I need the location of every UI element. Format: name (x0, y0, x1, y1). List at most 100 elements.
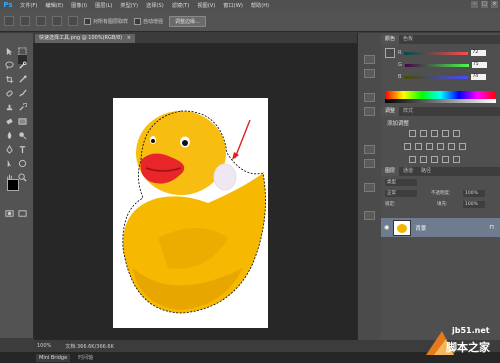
menu-window[interactable]: 窗口(W) (219, 2, 247, 9)
document-tab-close-icon[interactable]: × (127, 35, 131, 41)
green-value-input[interactable]: 75 (471, 62, 487, 68)
vibrance-icon[interactable] (453, 130, 460, 137)
mini-bridge-tab[interactable]: Mini Bridge (36, 353, 71, 362)
timeline-tab[interactable]: 时间轴 (78, 354, 93, 361)
exposure-icon[interactable] (442, 130, 449, 137)
minimize-button[interactable]: – (471, 1, 478, 8)
threshold-icon[interactable] (431, 156, 438, 163)
red-slider-track[interactable] (404, 51, 469, 55)
paragraph-panel-icon[interactable] (364, 107, 375, 116)
tab-channels[interactable]: 通道 (399, 167, 417, 176)
layer-row-background[interactable]: ◉ 背景 ⊓ (381, 218, 500, 237)
menu-view[interactable]: 视图(V) (193, 2, 219, 9)
blend-mode-select[interactable]: 正常 (385, 190, 417, 197)
zoom-tool-icon[interactable] (18, 167, 27, 182)
red-value-input[interactable]: 72 (471, 50, 487, 56)
history-panel-icon[interactable] (364, 55, 375, 64)
tab-color[interactable]: 颜色 (381, 35, 400, 44)
layer-kind-filter[interactable]: 类型 (385, 179, 417, 186)
black-white-icon[interactable] (426, 143, 433, 150)
brush-panel-icon[interactable] (364, 145, 375, 154)
quick-selection-tool-icon[interactable] (18, 55, 27, 69)
channel-mixer-icon[interactable] (448, 143, 455, 150)
lasso-tool-icon[interactable] (5, 55, 14, 70)
brightness-contrast-icon[interactable] (409, 130, 416, 137)
blur-tool-icon[interactable] (5, 125, 14, 140)
blue-slider[interactable]: B 74 (398, 74, 500, 80)
green-slider[interactable]: G 75 (398, 62, 500, 68)
layer-name[interactable]: 背景 (415, 224, 426, 232)
eyedropper-tool-icon[interactable] (18, 69, 27, 83)
menu-layer[interactable]: 图层(L) (91, 2, 116, 9)
red-slider[interactable]: R 72 (398, 50, 500, 56)
hand-tool-icon[interactable] (5, 167, 14, 182)
foreground-color-swatch[interactable] (7, 179, 19, 191)
color-spectrum-ramp[interactable] (385, 91, 496, 103)
canvas-area[interactable] (34, 43, 357, 340)
maximize-button[interactable]: □ (481, 1, 488, 8)
menu-filter[interactable]: 滤镜(T) (168, 2, 194, 9)
curves-icon[interactable] (431, 130, 438, 137)
zoom-level[interactable]: 100% (37, 343, 51, 349)
blue-value-input[interactable]: 74 (471, 74, 487, 80)
fill-input[interactable]: 100% (463, 201, 485, 208)
refine-edge-button[interactable]: 调整边缘... (169, 15, 206, 27)
brush-tool-icon[interactable] (18, 83, 27, 97)
visibility-eye-icon[interactable]: ◉ (384, 224, 389, 231)
quick-mask-icon[interactable] (5, 203, 14, 217)
clone-source-panel-icon[interactable] (364, 183, 375, 192)
move-tool-icon[interactable] (5, 41, 14, 56)
color-balance-icon[interactable] (415, 143, 422, 150)
brush-size-icon[interactable] (68, 16, 78, 26)
healing-brush-tool-icon[interactable] (5, 83, 14, 97)
sample-all-layers-checkbox[interactable]: 对所有图层取样 (84, 17, 128, 25)
document-canvas[interactable] (113, 98, 268, 328)
marquee-tool-icon[interactable] (18, 41, 27, 56)
pen-tool-icon[interactable] (5, 139, 14, 154)
brush-presets-panel-icon[interactable] (364, 159, 375, 168)
tab-paths[interactable]: 路径 (417, 167, 435, 176)
character-panel-icon[interactable] (364, 93, 375, 102)
info-panel-icon[interactable] (364, 211, 375, 220)
gradient-tool-icon[interactable] (18, 111, 27, 125)
dodge-tool-icon[interactable] (18, 125, 27, 140)
photo-filter-icon[interactable] (437, 143, 444, 150)
menu-type[interactable]: 类型(Y) (116, 2, 142, 9)
screen-mode-icon[interactable] (18, 203, 27, 217)
clone-stamp-tool-icon[interactable] (5, 97, 14, 111)
posterize-icon[interactable] (420, 156, 427, 163)
auto-enhance-checkbox[interactable]: 自动增强 (134, 17, 163, 25)
history-brush-tool-icon[interactable] (18, 97, 28, 111)
levels-icon[interactable] (420, 130, 427, 137)
path-selection-tool-icon[interactable] (5, 153, 14, 168)
menu-edit[interactable]: 编辑(E) (41, 2, 67, 9)
menu-file[interactable]: 文件(F) (16, 2, 41, 9)
foreground-color-preview[interactable] (385, 48, 395, 58)
type-tool-icon[interactable] (18, 139, 27, 154)
quick-selection-tool-preset-icon[interactable] (4, 16, 14, 26)
close-button[interactable]: × (491, 1, 498, 8)
new-selection-icon[interactable] (20, 16, 30, 26)
add-to-selection-icon[interactable] (36, 16, 46, 26)
invert-icon[interactable] (409, 156, 416, 163)
properties-panel-icon[interactable] (364, 69, 375, 78)
tab-swatches[interactable]: 色板 (399, 35, 417, 44)
selective-color-icon[interactable] (453, 156, 460, 163)
document-tab[interactable]: 快速选择工具.png @ 100%(RGB/8) × (35, 34, 135, 43)
green-slider-track[interactable] (404, 63, 469, 67)
tab-styles[interactable]: 样式 (399, 107, 417, 116)
tab-adjustments[interactable]: 调整 (381, 107, 400, 116)
menu-help[interactable]: 帮助(H) (247, 2, 273, 9)
menu-select[interactable]: 选择(S) (142, 2, 168, 9)
opacity-input[interactable]: 100% (463, 190, 485, 197)
shape-tool-icon[interactable] (18, 153, 27, 168)
gradient-map-icon[interactable] (442, 156, 449, 163)
document-size-info[interactable]: 文档:366.6K/366.6K (65, 343, 114, 350)
subtract-from-selection-icon[interactable] (52, 16, 62, 26)
color-lookup-icon[interactable] (459, 143, 466, 150)
menu-image[interactable]: 图像(I) (67, 2, 91, 9)
tab-layers[interactable]: 图层 (381, 167, 400, 176)
hue-saturation-icon[interactable] (404, 143, 411, 150)
eraser-tool-icon[interactable] (5, 111, 14, 125)
blue-slider-track[interactable] (404, 75, 469, 79)
